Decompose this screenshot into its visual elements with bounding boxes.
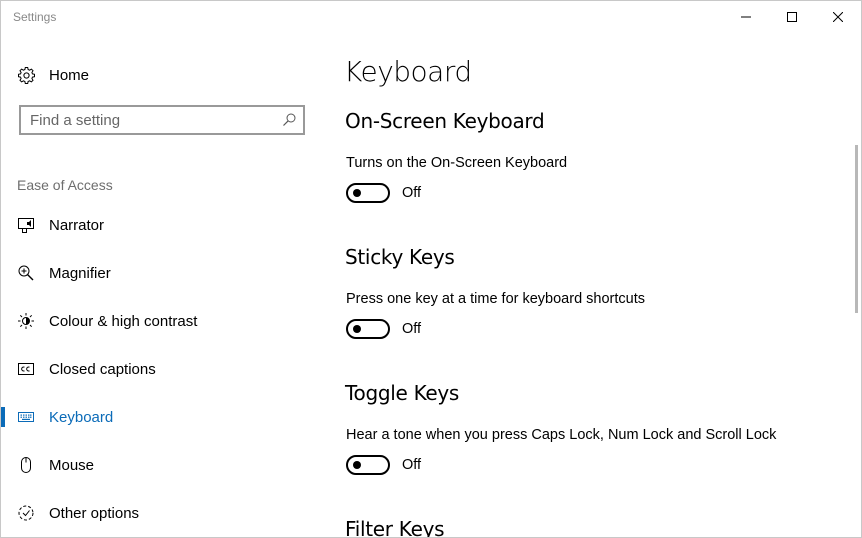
section-description: Turns on the On-Screen Keyboard [346, 155, 568, 171]
sidebar-item-label: Other options [49, 504, 140, 522]
sidebar-item-closed-captions[interactable]: Closed captions [1, 349, 326, 389]
magnifier-icon [17, 264, 35, 282]
scrollbar-thumb[interactable] [855, 145, 858, 313]
maximize-button[interactable] [769, 1, 815, 33]
section-description: Press one key at a time for keyboard sho… [346, 291, 645, 307]
sidebar-item-label: Narrator [49, 216, 105, 234]
search-icon[interactable] [281, 112, 297, 128]
selection-indicator [1, 407, 5, 427]
sidebar-item-label: Magnifier [49, 264, 111, 282]
sidebar-item-mouse[interactable]: Mouse [1, 445, 326, 485]
closed-captions-icon [17, 360, 35, 378]
narrator-icon [17, 216, 35, 234]
section-title-on-screen-keyboard: On-Screen Keyboard [345, 109, 545, 133]
search-input[interactable] [21, 107, 271, 133]
search-box [19, 105, 305, 135]
page-title: Keyboard [344, 55, 472, 88]
mouse-icon [17, 456, 35, 474]
sidebar-item-magnifier[interactable]: Magnifier [1, 253, 326, 293]
toggle-keys-toggle[interactable] [346, 455, 390, 475]
close-icon [833, 12, 843, 22]
sidebar-item-other-options[interactable]: Other options [1, 493, 326, 533]
toggle-knob [353, 325, 361, 333]
sidebar-item-label: Home [49, 66, 90, 84]
gear-icon [17, 66, 35, 84]
sidebar-item-label: Mouse [49, 456, 95, 474]
on-screen-keyboard-toggle[interactable] [346, 183, 390, 203]
window-title: Settings [13, 10, 57, 24]
settings-window: Settings Home Find a setting Ease of Acc… [0, 0, 862, 538]
sidebar-item-keyboard[interactable]: Keyboard [1, 397, 326, 437]
toggle-state-label: Off [402, 457, 422, 473]
minimize-button[interactable] [723, 1, 769, 33]
sticky-keys-toggle[interactable] [346, 319, 390, 339]
maximize-icon [787, 12, 797, 22]
section-title-sticky-keys: Sticky Keys [345, 245, 455, 269]
sidebar-item-label: Keyboard [49, 408, 114, 426]
group-heading-ease-of-access: Ease of Access [17, 177, 113, 193]
keyboard-icon [17, 408, 35, 426]
vertical-scrollbar[interactable] [847, 33, 861, 537]
toggle-knob [353, 189, 361, 197]
toggle-state-label: Off [402, 321, 422, 337]
sidebar-item-narrator[interactable]: Narrator [1, 205, 326, 245]
close-button[interactable] [815, 1, 861, 33]
main-content: Keyboard On-Screen Keyboard Turns on the… [326, 33, 846, 537]
section-description: Hear a tone when you press Caps Lock, Nu… [346, 427, 777, 443]
sidebar-item-label: Colour & high contrast [49, 312, 198, 330]
other-options-icon [17, 504, 35, 522]
sidebar-item-label: Closed captions [49, 360, 156, 378]
sidebar-item-home[interactable]: Home [1, 61, 326, 89]
section-title-filter-keys: Filter Keys [345, 517, 445, 538]
toggle-knob [353, 461, 361, 469]
title-bar: Settings [1, 1, 861, 33]
brightness-icon [17, 312, 35, 330]
section-title-toggle-keys: Toggle Keys [345, 381, 460, 405]
sidebar: Home Ease of Access Narrator [1, 33, 326, 537]
sidebar-item-colour-high-contrast[interactable]: Colour & high contrast [1, 301, 326, 341]
toggle-state-label: Off [402, 185, 422, 201]
minimize-icon [741, 16, 751, 18]
